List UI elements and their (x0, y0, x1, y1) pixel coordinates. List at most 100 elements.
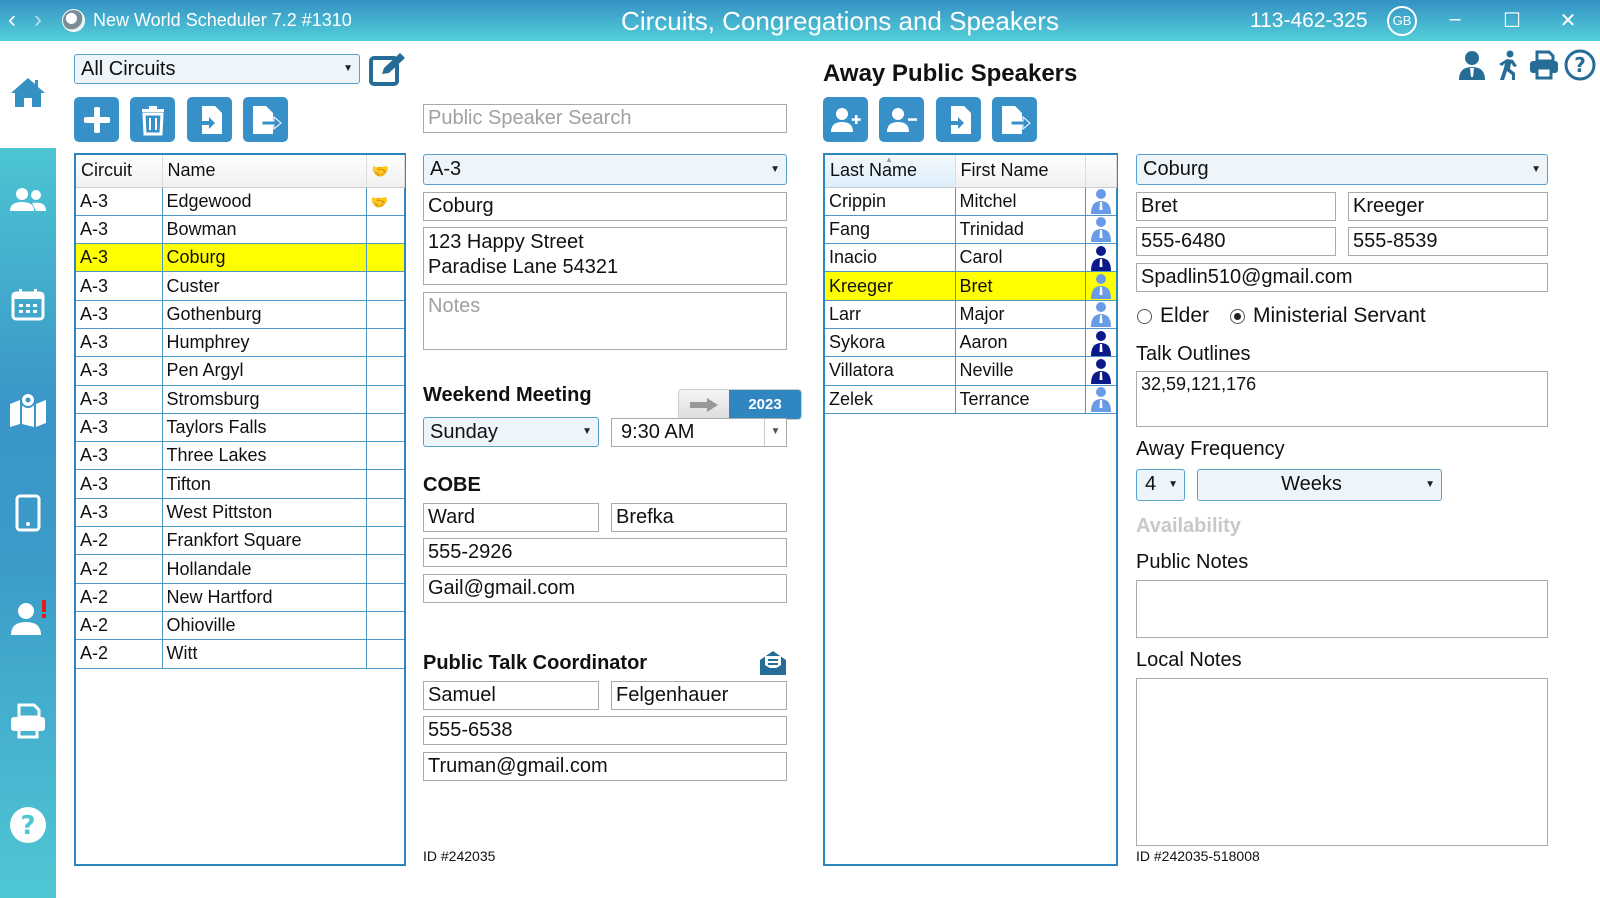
table-row[interactable]: A-3 West Pittston (76, 498, 404, 528)
export-speakers-button[interactable] (992, 97, 1037, 142)
maximize-button[interactable]: ☐ (1497, 8, 1527, 33)
help-icon[interactable]: ? (1564, 48, 1596, 82)
circuit-select[interactable]: A-3 ▼ (423, 154, 787, 185)
address-input[interactable]: 123 Happy Street Paradise Lane 54321 (423, 227, 787, 285)
table-row[interactable]: Sykora Aaron (825, 328, 1116, 358)
table-row[interactable]: Inacio Carol (825, 243, 1116, 273)
calendar-icon[interactable] (8, 285, 48, 325)
import-speakers-button[interactable] (936, 97, 981, 142)
table-row[interactable]: A-2 New Hartford (76, 583, 404, 612)
table-row[interactable]: Kreeger Bret (825, 271, 1116, 301)
meeting-day-select[interactable]: Sunday ▼ (423, 417, 599, 447)
cobe-phone-input[interactable]: 555-2926 (423, 538, 787, 567)
notes-input[interactable]: Notes (423, 292, 787, 350)
table-row[interactable]: A-3 Gothenburg (76, 300, 404, 329)
column-header-role[interactable] (1085, 155, 1117, 188)
circuit-filter-select[interactable]: All Circuits ▼ (74, 54, 360, 84)
remove-speaker-button[interactable] (879, 97, 924, 142)
add-speaker-button[interactable] (823, 97, 868, 142)
congregation-id: ID #242035 (423, 848, 496, 864)
printer-icon[interactable] (8, 701, 48, 741)
table-row[interactable]: A-2 Hollandale (76, 554, 404, 584)
meeting-time-value: 9:30 AM (621, 421, 695, 443)
table-row[interactable]: A-3 Edgewood 🤝 (76, 187, 404, 216)
table-row[interactable]: A-2 Ohioville (76, 611, 404, 641)
speaker-last-name-input[interactable]: Kreeger (1348, 192, 1548, 221)
chevron-down-icon[interactable]: ▼ (764, 419, 786, 446)
close-button[interactable]: ✕ (1553, 8, 1583, 33)
availability-label[interactable]: Availability (1136, 515, 1241, 538)
home-icon[interactable] (8, 73, 48, 113)
speaker-first-name-input[interactable]: Bret (1136, 192, 1336, 221)
walking-icon[interactable] (1492, 48, 1524, 82)
column-header-circuit[interactable]: Circuit (76, 155, 163, 188)
delete-congregation-button[interactable] (130, 97, 175, 142)
table-row[interactable]: A-3 Custer (76, 271, 404, 301)
table-row[interactable]: Larr Major (825, 300, 1116, 329)
chevron-down-icon: ▼ (582, 426, 592, 437)
cell-name: Custer (161, 271, 367, 301)
cobe-last-name-input[interactable]: Brefka (611, 503, 787, 532)
frequency-unit-select[interactable]: Weeks ▼ (1197, 469, 1442, 501)
cell-circuit: A-3 (76, 413, 163, 443)
edit-icon[interactable] (368, 52, 408, 88)
cell-last-name: Villatora (825, 356, 956, 386)
ptc-first-name-input[interactable]: Samuel (423, 681, 599, 710)
table-row[interactable]: A-3 Tifton (76, 469, 404, 499)
ptc-last-name-input[interactable]: Felgenhauer (611, 681, 787, 710)
table-row[interactable]: Villatora Neville (825, 356, 1116, 386)
ptc-phone-input[interactable]: 555-6538 (423, 716, 787, 745)
table-row[interactable]: Fang Trinidad (825, 215, 1116, 245)
speaker-profile-icon[interactable] (1456, 48, 1488, 82)
add-congregation-button[interactable] (74, 97, 119, 142)
column-header-last-name[interactable]: ▲ Last Name (825, 155, 956, 188)
export-button[interactable] (243, 97, 288, 142)
public-notes-input[interactable] (1136, 580, 1548, 638)
table-row[interactable]: A-3 Taylors Falls (76, 413, 404, 443)
meeting-time-select[interactable]: 9:30 AM ▼ (611, 418, 787, 447)
cell-name: Tifton (161, 469, 367, 499)
envelope-icon[interactable] (758, 648, 788, 678)
cobe-email-input[interactable]: Gail@gmail.com (423, 574, 787, 603)
column-header-linked[interactable]: 🤝 (366, 155, 405, 188)
speaker-email-input[interactable]: Spadlin510@gmail.com (1136, 263, 1548, 292)
table-row[interactable]: Zelek Terrance (825, 385, 1116, 414)
language-button[interactable]: GB (1387, 6, 1417, 36)
congregation-name-input[interactable]: Coburg (423, 192, 787, 221)
table-row[interactable]: A-3 Pen Argyl (76, 356, 404, 386)
cobe-first-name-input[interactable]: Ward (423, 503, 599, 532)
ptc-email-input[interactable]: Truman@gmail.com (423, 752, 787, 781)
forward-button[interactable]: › (34, 6, 42, 34)
back-button[interactable]: ‹ (8, 6, 16, 34)
year-toggle[interactable]: 2023 (678, 389, 802, 420)
tablet-icon[interactable] (8, 493, 48, 533)
elder-radio[interactable]: Elder (1137, 304, 1209, 328)
import-button[interactable] (187, 97, 232, 142)
ministerial-servant-radio[interactable]: Ministerial Servant (1230, 304, 1426, 328)
local-notes-input[interactable] (1136, 678, 1548, 846)
frequency-number-select[interactable]: 4 ▼ (1136, 469, 1185, 501)
table-row[interactable]: A-3 Stromsburg (76, 385, 404, 414)
users-icon[interactable] (8, 181, 48, 221)
table-row[interactable]: A-2 Frankfort Square (76, 526, 404, 556)
cell-circuit: A-3 (76, 300, 163, 329)
column-header-first-name[interactable]: First Name (955, 155, 1086, 188)
speaker-phone-1-input[interactable]: 555-6480 (1136, 227, 1336, 256)
speaker-congregation-select[interactable]: Coburg ▼ (1136, 154, 1548, 185)
public-speaker-search-input[interactable]: Public Speaker Search (423, 104, 787, 133)
table-row[interactable]: A-3 Coburg (76, 243, 404, 273)
minimize-button[interactable]: – (1440, 8, 1470, 31)
table-row[interactable]: A-2 Witt (76, 639, 404, 669)
table-row[interactable]: A-3 Humphrey (76, 328, 404, 358)
talk-outlines-input[interactable]: 32,59,121,176 (1136, 371, 1548, 427)
table-row[interactable]: A-3 Three Lakes (76, 441, 404, 471)
cell-last-name: Fang (825, 215, 956, 245)
column-header-name[interactable]: Name (162, 155, 367, 188)
table-row[interactable]: Crippin Mitchel (825, 187, 1116, 216)
map-icon[interactable] (8, 390, 48, 430)
table-row[interactable]: A-3 Bowman (76, 215, 404, 245)
print-icon[interactable] (1528, 48, 1560, 82)
speaker-phone-2-input[interactable]: 555-8539 (1348, 227, 1548, 256)
user-alert-icon[interactable] (8, 598, 48, 638)
help-icon[interactable]: ? (8, 805, 48, 845)
